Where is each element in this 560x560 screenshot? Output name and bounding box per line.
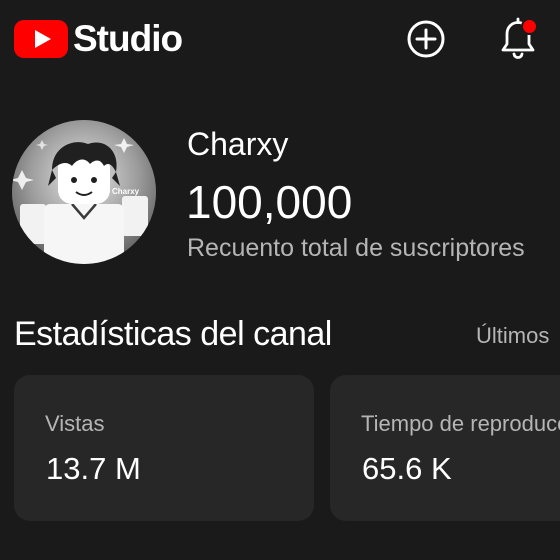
period-selector[interactable]: Últimos [476, 323, 549, 349]
stat-card-label: Tiempo de reproducc [361, 411, 560, 436]
youtube-play-icon [14, 20, 68, 58]
stat-card-watch-time[interactable]: Tiempo de reproducc 65.6 K [330, 375, 560, 521]
create-button[interactable] [405, 18, 447, 60]
avatar[interactable]: Charxy [12, 120, 156, 264]
stat-card-label: Vistas [45, 411, 105, 436]
section-title: Estadísticas del canal [14, 315, 332, 353]
stat-card-value: 65.6 K [362, 451, 452, 486]
stat-card-views[interactable]: Vistas 13.7 M [14, 375, 314, 521]
stat-card-value: 13.7 M [46, 451, 141, 486]
avatar-image: Charxy [12, 120, 156, 264]
subscriber-count: 100,000 [186, 176, 353, 228]
studio-logo[interactable]: Studio [14, 18, 183, 59]
studio-app: Studio Charxy Charxy 100,000 Recuento to… [0, 0, 560, 560]
avatar-text: Charxy [112, 187, 140, 196]
channel-name: Charxy [187, 126, 289, 162]
notifications-button[interactable] [495, 14, 541, 60]
plus-circle-icon [407, 20, 445, 58]
logo-text: Studio [73, 18, 183, 59]
top-bar: Studio [0, 0, 560, 80]
notification-dot [521, 18, 538, 35]
subscriber-label: Recuento total de suscriptores [187, 234, 525, 262]
